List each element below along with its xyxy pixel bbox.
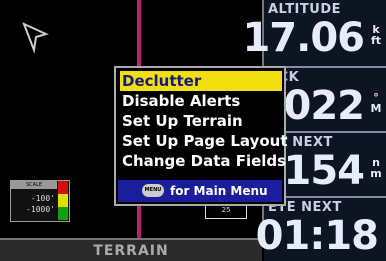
menu-item-set-up-page-layout[interactable]: Set Up Page Layout [120, 131, 288, 151]
menu-item-set-up-terrain[interactable]: Set Up Terrain [120, 111, 282, 131]
data-field-value: 154 [283, 148, 365, 194]
scale-title: SCALE [11, 181, 57, 189]
north-arrow-icon [22, 22, 49, 54]
garmin-terrain-screen: SCALE -100' -1000' 25 TERRAIN ALTITUDE 1… [0, 0, 386, 261]
scale-value-upper: -100' [30, 194, 55, 203]
data-field-altitude: ALTITUDE 17.06 kft [242, 0, 386, 66]
menu-item-declutter[interactable]: Declutter [120, 71, 282, 91]
scale-value-lower: -1000' [26, 205, 55, 214]
menu-item-change-data-fields[interactable]: Change Data Fields [120, 151, 286, 171]
data-field-unit: kft [370, 23, 382, 47]
zoom-scale: 25 [205, 206, 247, 219]
data-field-value: 022 [283, 83, 365, 129]
data-field-unit: °M [370, 91, 382, 115]
scale-red-swatch [58, 181, 68, 194]
menu-button-icon: MENU [142, 184, 164, 197]
terrain-scale-legend: SCALE -100' -1000' [10, 180, 70, 222]
scale-green-swatch [58, 207, 68, 220]
track-line [137, 0, 141, 70]
data-field-value: 01:18 [255, 213, 379, 259]
menu-footer-hint: MENU for Main Menu [118, 180, 282, 202]
scale-yellow-swatch [58, 194, 68, 207]
options-menu[interactable]: Declutter Disable Alerts Set Up Terrain … [114, 66, 288, 206]
menu-footer-text: for Main Menu [170, 184, 268, 198]
data-field-value: 17.06 [242, 15, 365, 61]
data-field-unit: nm [370, 156, 382, 180]
page-name: TERRAIN [0, 238, 262, 261]
menu-item-disable-alerts[interactable]: Disable Alerts [120, 91, 282, 111]
